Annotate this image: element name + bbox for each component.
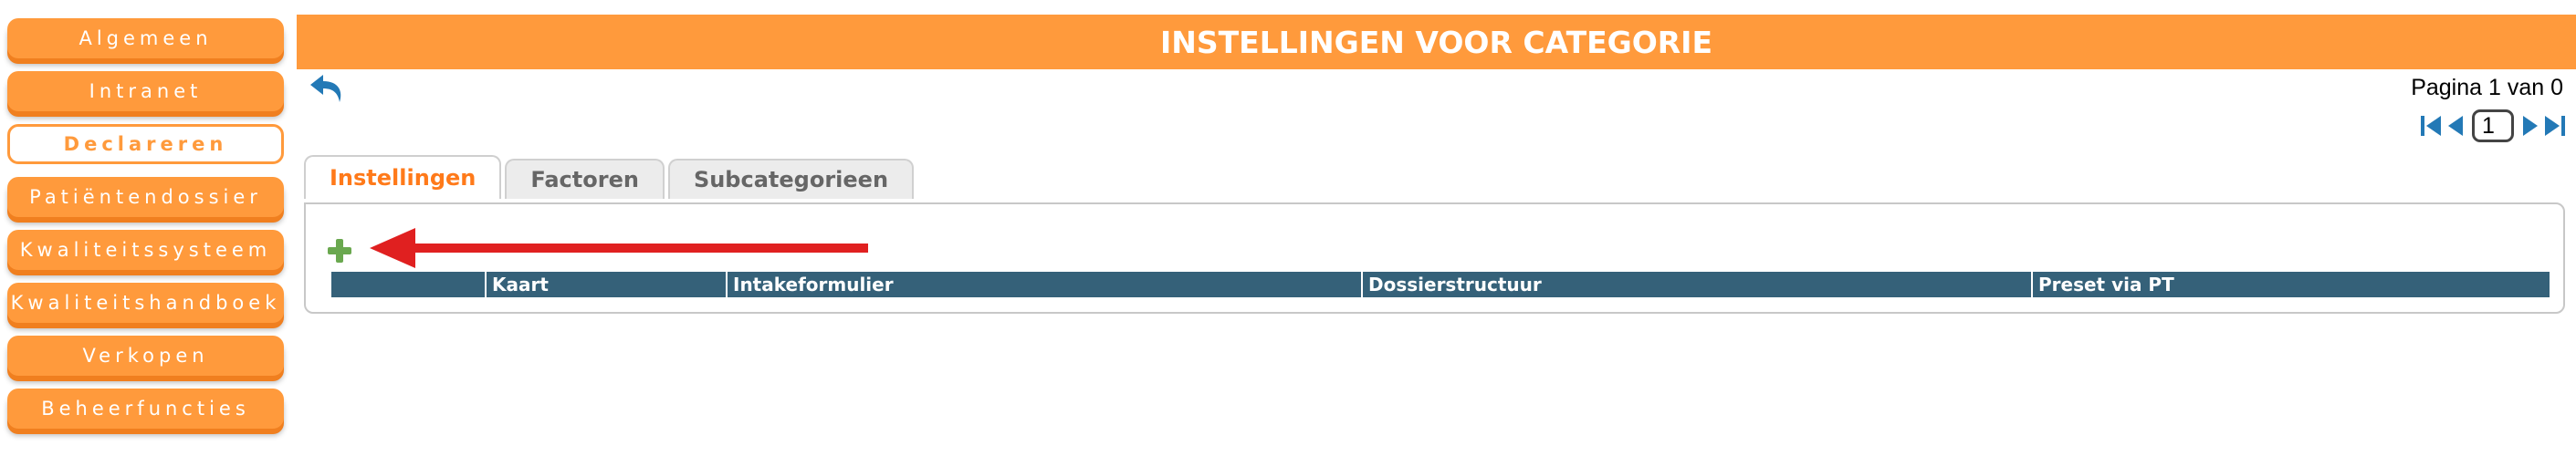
page-header: INSTELLINGEN VOOR CATEGORIE xyxy=(297,15,2576,69)
sidebar-item-kwaliteitshandboek[interactable]: Kwaliteitshandboek xyxy=(7,283,284,323)
undo-arrow-icon[interactable] xyxy=(309,71,347,108)
sidebar-item-kwaliteitssysteem[interactable]: Kwaliteitssysteem xyxy=(7,230,284,270)
sidebar-item-verkopen[interactable]: Verkopen xyxy=(7,336,284,376)
table-header-select xyxy=(331,272,487,297)
red-arrow-icon xyxy=(370,228,868,268)
table-header-preset-via-pt[interactable]: Preset via PT xyxy=(2033,272,2550,297)
page-number-input[interactable] xyxy=(2472,109,2514,142)
table-header-kaart[interactable]: Kaart xyxy=(487,272,728,297)
first-page-icon[interactable] xyxy=(2419,112,2443,140)
tab-instellingen[interactable]: Instellingen xyxy=(304,155,502,199)
sidebar: Algemeen Intranet Declareren Patiëntendo… xyxy=(7,18,284,441)
previous-page-icon[interactable] xyxy=(2445,112,2468,140)
next-page-icon[interactable] xyxy=(2518,112,2541,140)
sidebar-item-algemeen[interactable]: Algemeen xyxy=(7,18,284,58)
tab-bar: Instellingen Factoren Subcategorieen xyxy=(304,155,915,199)
sidebar-item-patientendossier[interactable]: Patiëntendossier xyxy=(7,177,284,217)
page: Algemeen Intranet Declareren Patiëntendo… xyxy=(0,0,2576,456)
sidebar-item-beheerfuncties[interactable]: Beheerfuncties xyxy=(7,389,284,429)
table-header-intakeformulier[interactable]: Intakeformulier xyxy=(728,272,1363,297)
pagination-info: Pagina 1 van 0 xyxy=(2411,75,2563,100)
tab-factoren[interactable]: Factoren xyxy=(505,159,665,199)
plus-icon[interactable] xyxy=(326,237,353,264)
tab-panel: Kaart Intakeformulier Dossierstructuur P… xyxy=(304,202,2565,314)
table-header-dossierstructuur[interactable]: Dossierstructuur xyxy=(1363,272,2033,297)
page-title: INSTELLINGEN VOOR CATEGORIE xyxy=(1160,24,1712,60)
table-header-row: Kaart Intakeformulier Dossierstructuur P… xyxy=(331,272,2550,297)
last-page-icon[interactable] xyxy=(2543,112,2567,140)
tab-subcategorieen[interactable]: Subcategorieen xyxy=(667,159,915,199)
sidebar-item-declareren[interactable]: Declareren xyxy=(7,124,284,164)
pagination-controls xyxy=(2419,109,2567,142)
sidebar-item-intranet[interactable]: Intranet xyxy=(7,71,284,111)
